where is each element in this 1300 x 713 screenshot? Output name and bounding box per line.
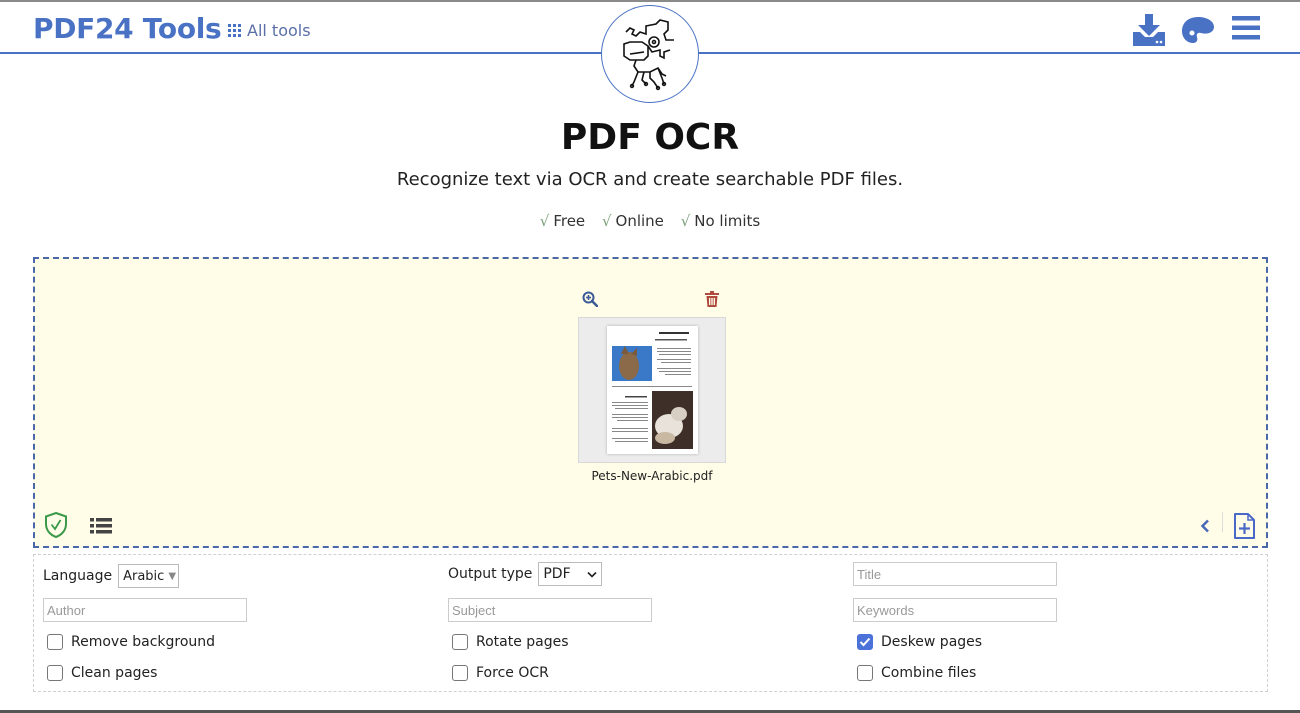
remove-background-checkbox[interactable]: Remove background [47,634,215,650]
menu-icon[interactable] [1232,16,1260,44]
output-type-option: Output type PDF [448,562,603,586]
grid-icon [228,24,241,37]
checkbox-box-checked[interactable] [857,634,873,650]
chevron-left-icon[interactable] [1200,518,1210,537]
toolbar-divider [1222,512,1223,532]
subject-input[interactable] [448,598,652,622]
checkbox-box[interactable] [452,634,468,650]
page-title: PDF OCR [560,117,740,158]
checkbox-box[interactable] [857,665,873,681]
delete-file-icon[interactable] [705,291,719,311]
tool-logo [601,5,699,103]
feature-free: √ Free [539,212,586,230]
file-thumbnail[interactable] [578,317,726,463]
ocr-options-panel: Language Arabic ▼ Output type PDF Remove… [33,554,1268,692]
check-icon: √ [539,212,550,230]
all-tools-link[interactable]: All tools [228,21,311,40]
combine-files-checkbox[interactable]: Combine files [857,665,976,681]
rotate-pages-checkbox[interactable]: Rotate pages [452,634,569,650]
checkbox-box[interactable] [452,665,468,681]
check-icon: √ [601,212,612,230]
feature-online: √ Online [601,212,664,230]
palette-icon[interactable] [1181,16,1215,48]
output-type-label: Output type [448,566,533,582]
language-select[interactable]: Arabic ▼ [118,564,180,588]
shield-check-icon[interactable] [45,511,67,542]
brand-logo-text[interactable]: PDF24 Tools [33,12,222,45]
pdf-page-preview [607,326,698,454]
list-view-icon[interactable] [90,518,112,538]
file-name: Pets-New-Arabic.pdf [591,469,713,483]
ocr-scan-icon [623,19,674,91]
all-tools-label: All tools [247,21,311,40]
deskew-pages-checkbox[interactable]: Deskew pages [857,634,982,650]
feature-no-limits: √ No limits [680,212,761,230]
chevron-down-icon [587,571,597,578]
dropdown-arrow-icon: ▼ [168,570,177,582]
file-drop-zone[interactable]: Pets-New-Arabic.pdf [33,257,1268,548]
add-file-icon[interactable] [1233,513,1255,543]
download-icon[interactable] [1132,14,1166,50]
output-type-select[interactable]: PDF [538,562,603,586]
checkmark-icon [859,637,871,647]
checkbox-box[interactable] [47,665,63,681]
page-subtitle: Recognize text via OCR and create search… [396,169,904,190]
checkbox-box[interactable] [47,634,63,650]
top-border [0,0,1300,2]
force-ocr-checkbox[interactable]: Force OCR [452,665,549,681]
clean-pages-checkbox[interactable]: Clean pages [47,665,157,681]
zoom-preview-icon[interactable] [582,291,599,311]
keywords-input[interactable] [853,598,1057,622]
language-option: Language Arabic ▼ [43,564,180,588]
feature-list: √ Free √ Online √ No limits [0,212,1300,230]
title-input[interactable] [853,562,1057,586]
check-icon: √ [680,212,691,230]
language-label: Language [43,568,113,584]
author-input[interactable] [43,598,247,622]
